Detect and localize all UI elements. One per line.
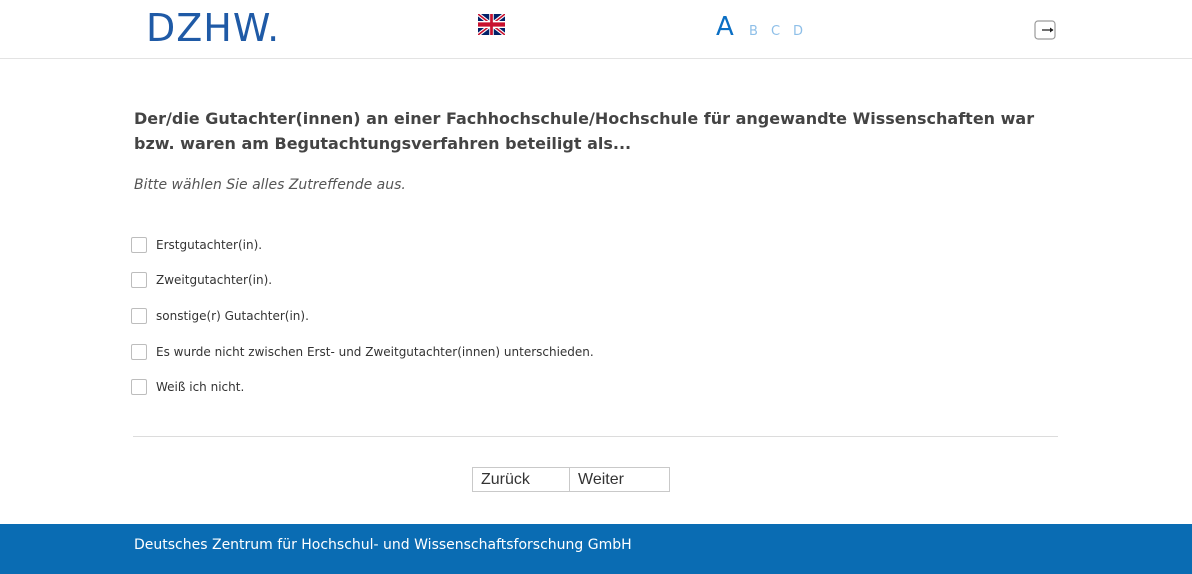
logout-icon[interactable] <box>1034 20 1056 40</box>
option-weiss-nicht[interactable]: Weiß ich nicht. <box>131 377 244 397</box>
option-label: Es wurde nicht zwischen Erst- und Zweitg… <box>156 345 594 359</box>
checkbox[interactable] <box>131 308 147 324</box>
checkbox[interactable] <box>131 237 147 253</box>
font-size-b[interactable]: B <box>749 24 758 40</box>
dzhw-logo: DZHW. <box>146 6 281 50</box>
font-size-a[interactable]: A <box>716 12 734 42</box>
font-size-c[interactable]: C <box>771 24 780 40</box>
option-sonstige-gutachter[interactable]: sonstige(r) Gutachter(in). <box>131 306 309 326</box>
question-hint: Bitte wählen Sie alles Zutreffende aus. <box>134 177 406 193</box>
checkbox[interactable] <box>131 379 147 395</box>
option-label: Erstgutachter(in). <box>156 238 263 252</box>
header: DZHW. A B C D <box>0 0 1192 59</box>
question-text: Der/die Gutachter(innen) an einer Fachho… <box>134 109 1035 153</box>
option-erstgutachter[interactable]: Erstgutachter(in). <box>131 235 262 255</box>
checkbox[interactable] <box>131 344 147 360</box>
footer-text: Deutsches Zentrum für Hochschul- und Wis… <box>134 537 632 553</box>
option-label: Zweitgutachter(in). <box>156 273 273 287</box>
navigation-buttons: Zurück Weiter <box>472 467 670 492</box>
option-label: Weiß ich nicht. <box>156 380 245 394</box>
next-button[interactable]: Weiter <box>570 467 670 492</box>
option-zweitgutachter[interactable]: Zweitgutachter(in). <box>131 270 272 290</box>
uk-flag-icon[interactable] <box>478 14 505 35</box>
back-button[interactable]: Zurück <box>472 467 570 492</box>
option-label: sonstige(r) Gutachter(in). <box>156 309 309 323</box>
option-nicht-unterschieden[interactable]: Es wurde nicht zwischen Erst- und Zweitg… <box>131 342 594 362</box>
checkbox[interactable] <box>131 272 147 288</box>
font-size-d[interactable]: D <box>793 24 803 40</box>
footer: Deutsches Zentrum für Hochschul- und Wis… <box>0 524 1192 574</box>
divider <box>133 436 1058 437</box>
